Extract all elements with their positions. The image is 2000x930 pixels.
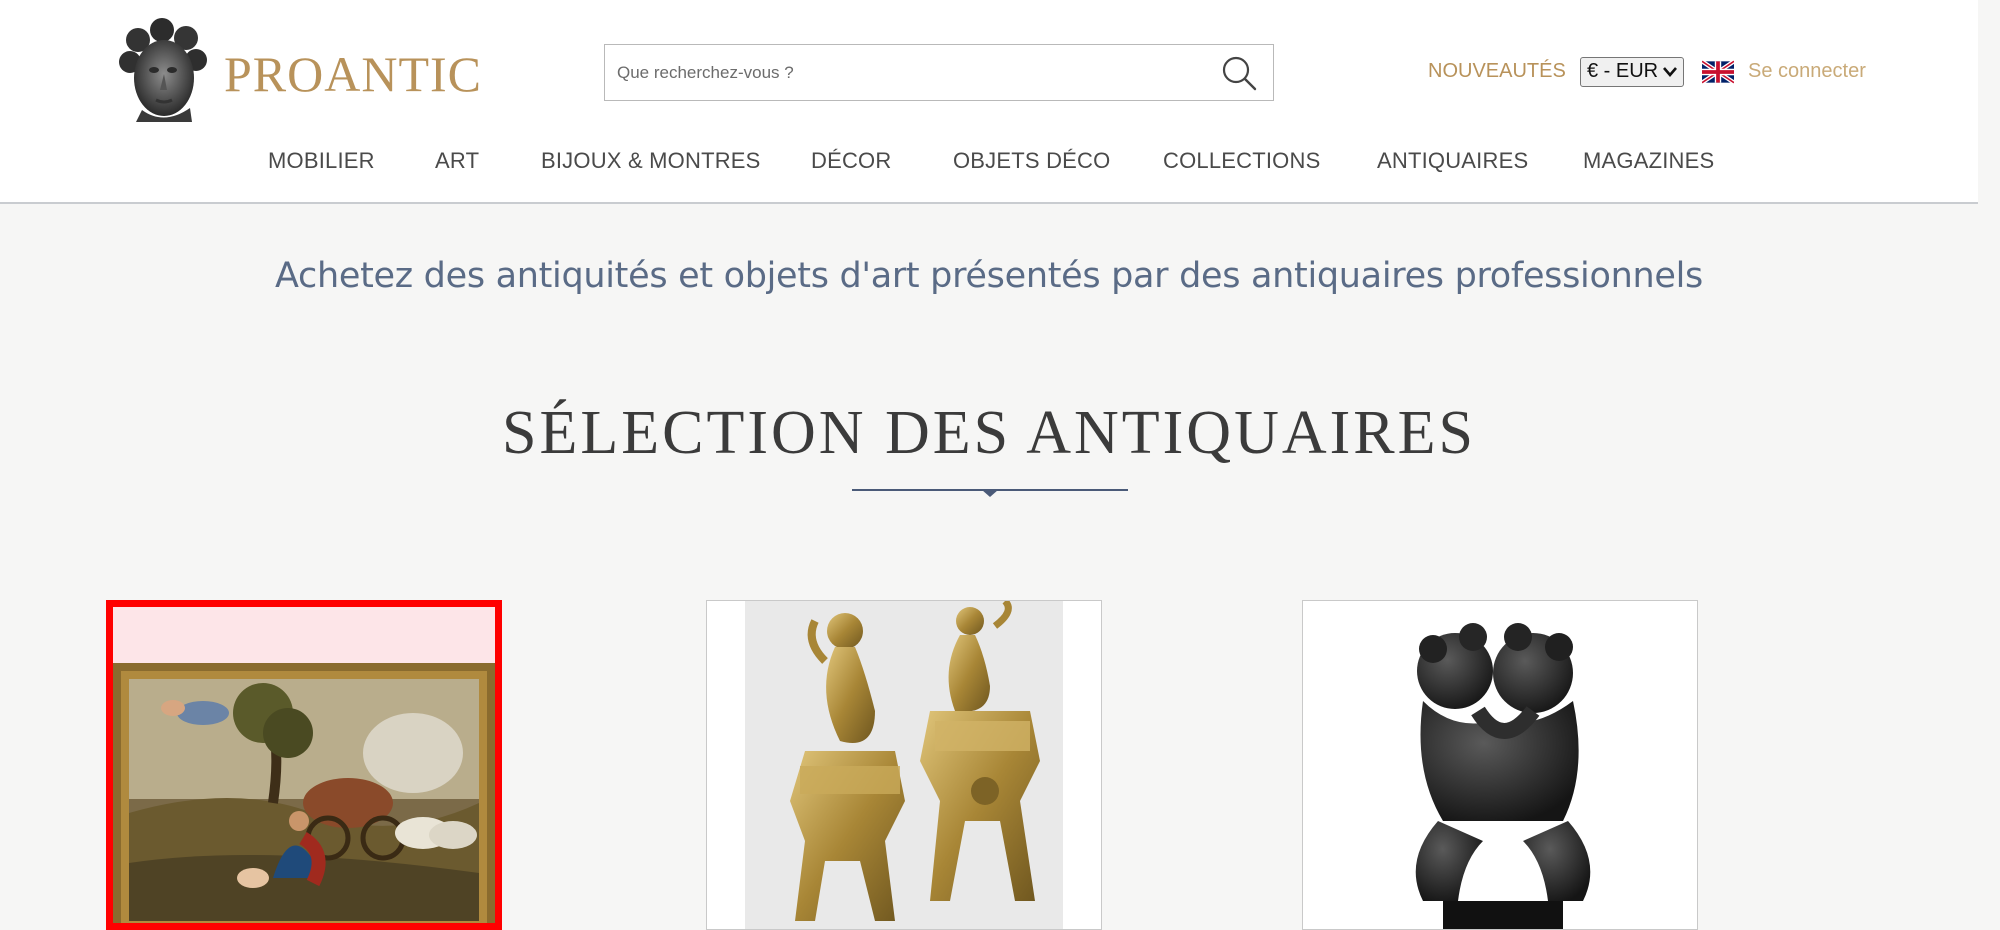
site-header: PROANTIC Que recherchez-vous ? NOUVEAUTÉ… xyxy=(0,0,1978,204)
title-divider xyxy=(852,489,1128,497)
brand-name[interactable]: PROANTIC xyxy=(224,44,482,104)
nav-item-magazines[interactable]: MAGAZINES xyxy=(1583,148,1714,174)
currency-value: € - EUR xyxy=(1587,60,1659,82)
nav-item-collections[interactable]: COLLECTIONS xyxy=(1163,148,1320,174)
nav-item-objets-deco[interactable]: OBJETS DÉCO xyxy=(953,148,1110,174)
logo-head-icon[interactable] xyxy=(112,18,212,122)
product-card[interactable] xyxy=(706,600,1102,930)
uk-flag-icon[interactable] xyxy=(1702,60,1734,84)
main-nav: MOBILIER ART BIJOUX & MONTRES DÉCOR OBJE… xyxy=(0,148,1978,178)
search-box[interactable]: Que recherchez-vous ? xyxy=(604,44,1274,101)
nav-item-decor[interactable]: DÉCOR xyxy=(811,148,891,174)
nav-item-antiquaires[interactable]: ANTIQUAIRES xyxy=(1377,148,1528,174)
painting-image xyxy=(113,663,495,923)
nav-item-mobilier[interactable]: MOBILIER xyxy=(268,148,375,174)
product-card[interactable] xyxy=(1302,600,1698,930)
chevron-down-icon xyxy=(1663,67,1677,77)
login-link[interactable]: Se connecter xyxy=(1748,60,1866,83)
new-items-link[interactable]: NOUVEAUTÉS xyxy=(1428,60,1566,83)
search-icon[interactable] xyxy=(1219,53,1259,93)
tagline: Achetez des antiquités et objets d'art p… xyxy=(275,256,1703,296)
search-input[interactable]: Que recherchez-vous ? xyxy=(617,63,794,83)
product-card[interactable] xyxy=(106,600,502,930)
bronze-chenets-image xyxy=(745,601,1063,929)
nav-item-bijoux-montres[interactable]: BIJOUX & MONTRES xyxy=(541,148,761,174)
currency-select[interactable]: € - EUR xyxy=(1580,57,1684,87)
nav-item-art[interactable]: ART xyxy=(435,148,479,174)
bronze-putti-sculpture-image xyxy=(1415,623,1591,929)
section-title: SÉLECTION DES ANTIQUAIRES xyxy=(502,399,1476,467)
